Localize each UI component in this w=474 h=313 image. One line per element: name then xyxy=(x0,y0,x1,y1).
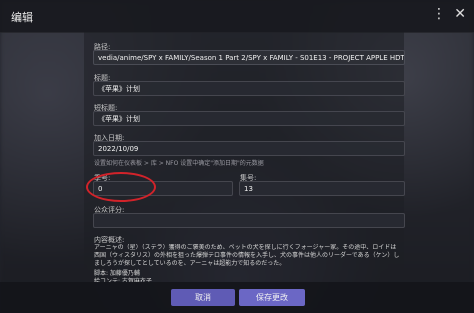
date-added-hint: 设置如何在仪表板 > 库 > NFO 设置中确定"添加日期"的元数据 xyxy=(94,160,264,167)
date-added-input[interactable]: 2022/10/09 xyxy=(93,141,405,156)
episode-input[interactable]: 13 xyxy=(239,181,405,196)
cancel-button[interactable]: 取消 xyxy=(171,289,235,306)
dialog-header: 编辑 ⋮ ✕ xyxy=(0,0,474,33)
overview-credits: 脚本: 加藤優乃輔 絵コンテ: 古賀麻衣子 演出: 高橋秀弥 xyxy=(94,270,152,282)
highlight-ellipse xyxy=(86,172,156,202)
save-button[interactable]: 保存更改 xyxy=(239,289,305,306)
dialog-footer: 取消 保存更改 xyxy=(0,282,474,313)
sort-title-input[interactable]: 《苹果》计划 xyxy=(93,111,405,126)
overview-text[interactable]: アーニャの（星）（ステラ）獲得のご褒美のため、ペットの犬を探しに行くフォージャー… xyxy=(94,244,402,282)
dialog-title: 编辑 xyxy=(11,11,33,24)
title-input[interactable]: 《苹果》计划 xyxy=(93,81,405,96)
overview-body: アーニャの（星）（ステラ）獲得のご褒美のため、ペットの犬を探しに行くフォージャー… xyxy=(94,244,400,267)
path-field[interactable]: vedia/anime/SPY x FAMILY/Season 1 Part 2… xyxy=(93,50,405,65)
community-rating-input[interactable] xyxy=(93,213,405,228)
more-vertical-icon[interactable]: ⋮ xyxy=(432,6,446,22)
close-icon[interactable]: ✕ xyxy=(454,6,466,22)
